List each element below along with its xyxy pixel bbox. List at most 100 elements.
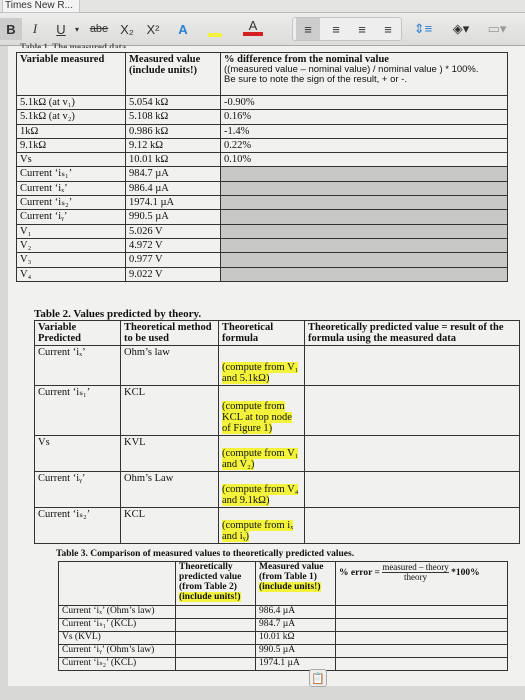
table-cell[interactable]: [220, 166, 508, 182]
strikethrough-button[interactable]: abe: [86, 18, 112, 40]
table-cell[interactable]: KCL: [120, 507, 219, 545]
table-cell[interactable]: Current ‘iₓ’: [16, 180, 126, 197]
table-cell[interactable]: Vs: [16, 152, 126, 168]
table-cell[interactable]: [220, 195, 508, 211]
table-cell[interactable]: Current ‘iₛ₂’ (KCL): [58, 656, 176, 671]
table-cell[interactable]: [175, 643, 256, 658]
table-cell[interactable]: [175, 617, 256, 632]
table-cell[interactable]: Current ‘iₛ₂’: [34, 507, 121, 545]
table-cell[interactable]: 5.1kΩ (at v₁): [16, 94, 126, 111]
table-cell[interactable]: (compute from KCL at top node of Figure …: [218, 385, 305, 437]
text-effects-button[interactable]: A: [172, 18, 194, 40]
table-cell[interactable]: [220, 180, 508, 197]
subscript-button[interactable]: X₂: [116, 18, 138, 40]
table-cell[interactable]: -0.90%: [220, 94, 508, 111]
align-left-icon[interactable]: ≡: [296, 18, 320, 40]
table-cell[interactable]: V₁: [16, 223, 126, 239]
underline-button[interactable]: U: [52, 18, 70, 40]
table-cell[interactable]: [335, 617, 508, 632]
table-cell[interactable]: Current ‘iₓ’: [34, 345, 121, 387]
table-cell[interactable]: 5.1kΩ (at v₂): [16, 109, 126, 125]
italic-button[interactable]: I: [26, 18, 44, 40]
table-cell[interactable]: [304, 435, 520, 473]
table-cell[interactable]: 986.4 µA: [125, 180, 221, 197]
table-cell[interactable]: [220, 252, 508, 268]
bold-button[interactable]: B: [0, 18, 22, 40]
table-cell[interactable]: 0.16%: [220, 109, 508, 125]
formula-tail: *100%: [451, 568, 480, 579]
table-row: V₃ 0.977 V: [16, 252, 508, 268]
table-cell[interactable]: 5.108 kΩ: [125, 109, 221, 125]
table-cell[interactable]: 0.22%: [220, 137, 508, 154]
table-cell[interactable]: 990.5 µA: [125, 209, 221, 225]
table-cell[interactable]: (compute from iₓ and iᵧ): [218, 507, 305, 545]
table-cell[interactable]: 9.12 kΩ: [125, 137, 221, 154]
table-cell[interactable]: Current ‘iᵧ’ (Ohm’s law): [58, 643, 176, 658]
table-cell[interactable]: 990.5 µA: [255, 643, 336, 658]
table-cell[interactable]: [335, 630, 508, 645]
paste-options-icon[interactable]: 📋: [309, 669, 327, 687]
shading-icon[interactable]: ◈▾: [446, 18, 476, 40]
table-cell[interactable]: Current ‘iₓ’ (Ohm’s law): [58, 605, 176, 619]
table-cell[interactable]: Ohm’s law: [120, 345, 219, 387]
table-cell[interactable]: KCL: [120, 385, 219, 437]
table-cell[interactable]: 0.977 V: [125, 252, 221, 268]
table-cell[interactable]: 5.054 kΩ: [125, 94, 221, 111]
table-cell[interactable]: [220, 266, 508, 282]
table-cell[interactable]: [304, 471, 520, 509]
font-name-select[interactable]: Times New R...: [2, 0, 80, 13]
table-cell[interactable]: KVL: [120, 435, 219, 473]
font-color-button[interactable]: A: [243, 18, 263, 36]
table-cell[interactable]: -1.4%: [220, 123, 508, 139]
table-cell[interactable]: 984.7 µA: [255, 617, 336, 632]
table-cell[interactable]: 1kΩ: [16, 123, 126, 139]
table-cell[interactable]: Ohm’s Law: [120, 471, 219, 509]
table-cell[interactable]: [175, 630, 256, 645]
table-cell[interactable]: Current ‘iᵧ’: [16, 209, 126, 225]
table-cell[interactable]: 10.01 kΩ: [255, 630, 336, 645]
table-cell[interactable]: 984.7 µA: [125, 166, 221, 182]
table-cell[interactable]: (compute from V₁ and 5.1kΩ): [218, 345, 305, 387]
table-cell[interactable]: (compute from V₄ and 9.1kΩ): [218, 471, 305, 509]
table-cell[interactable]: V₂: [16, 237, 126, 254]
table-cell[interactable]: [175, 605, 256, 619]
table-cell[interactable]: [335, 643, 508, 658]
table-cell[interactable]: 1974.1 µA: [125, 195, 221, 211]
table-cell[interactable]: [220, 237, 508, 254]
table-cell[interactable]: [220, 223, 508, 239]
superscript-button[interactable]: X²: [142, 18, 164, 40]
table-cell[interactable]: [335, 605, 508, 619]
table-cell[interactable]: 4.972 V: [125, 237, 221, 254]
align-center-icon[interactable]: ≡: [324, 18, 348, 40]
table-cell[interactable]: V₃: [16, 252, 126, 268]
table-cell[interactable]: [220, 209, 508, 225]
table-cell[interactable]: [304, 507, 520, 545]
table-cell[interactable]: Current ‘iᵧ’: [34, 471, 121, 509]
highlight-icon[interactable]: [205, 18, 225, 40]
table-cell[interactable]: [335, 656, 508, 671]
table-cell[interactable]: [304, 385, 520, 437]
table-cell[interactable]: [175, 656, 256, 671]
align-right-icon[interactable]: ≡: [350, 18, 374, 40]
table-cell[interactable]: Current ‘iₛ₁’: [16, 166, 126, 182]
table-cell[interactable]: (compute from V₁ and V₂): [218, 435, 305, 473]
table-cell[interactable]: Vs: [34, 435, 121, 473]
table-cell[interactable]: Current ‘iₛ₁’: [34, 385, 121, 437]
table2-header: Theoretically predicted value = result o…: [304, 319, 520, 347]
table-cell[interactable]: 9.022 V: [125, 266, 221, 282]
table-cell[interactable]: 986.4 µA: [255, 605, 336, 619]
table-cell[interactable]: 10.01 kΩ: [125, 152, 221, 168]
table-cell[interactable]: 0.986 kΩ: [125, 123, 221, 139]
table-cell[interactable]: Current ‘iₛ₂’: [16, 195, 126, 211]
table-cell[interactable]: 9.1kΩ: [16, 137, 126, 154]
borders-icon[interactable]: ▭▾: [482, 18, 512, 40]
justify-icon[interactable]: ≡: [376, 18, 400, 40]
table-cell[interactable]: [304, 345, 520, 387]
table-cell[interactable]: 0.10%: [220, 152, 508, 168]
table-cell[interactable]: V₄: [16, 266, 126, 282]
table-cell[interactable]: Vs (KVL): [58, 630, 176, 645]
table-cell[interactable]: 5.026 V: [125, 223, 221, 239]
underline-dropdown-icon[interactable]: ▾: [72, 18, 82, 40]
line-spacing-icon[interactable]: ⇕≡: [408, 18, 438, 40]
table-cell[interactable]: Current ‘iₛ₁’ (KCL): [58, 617, 176, 632]
